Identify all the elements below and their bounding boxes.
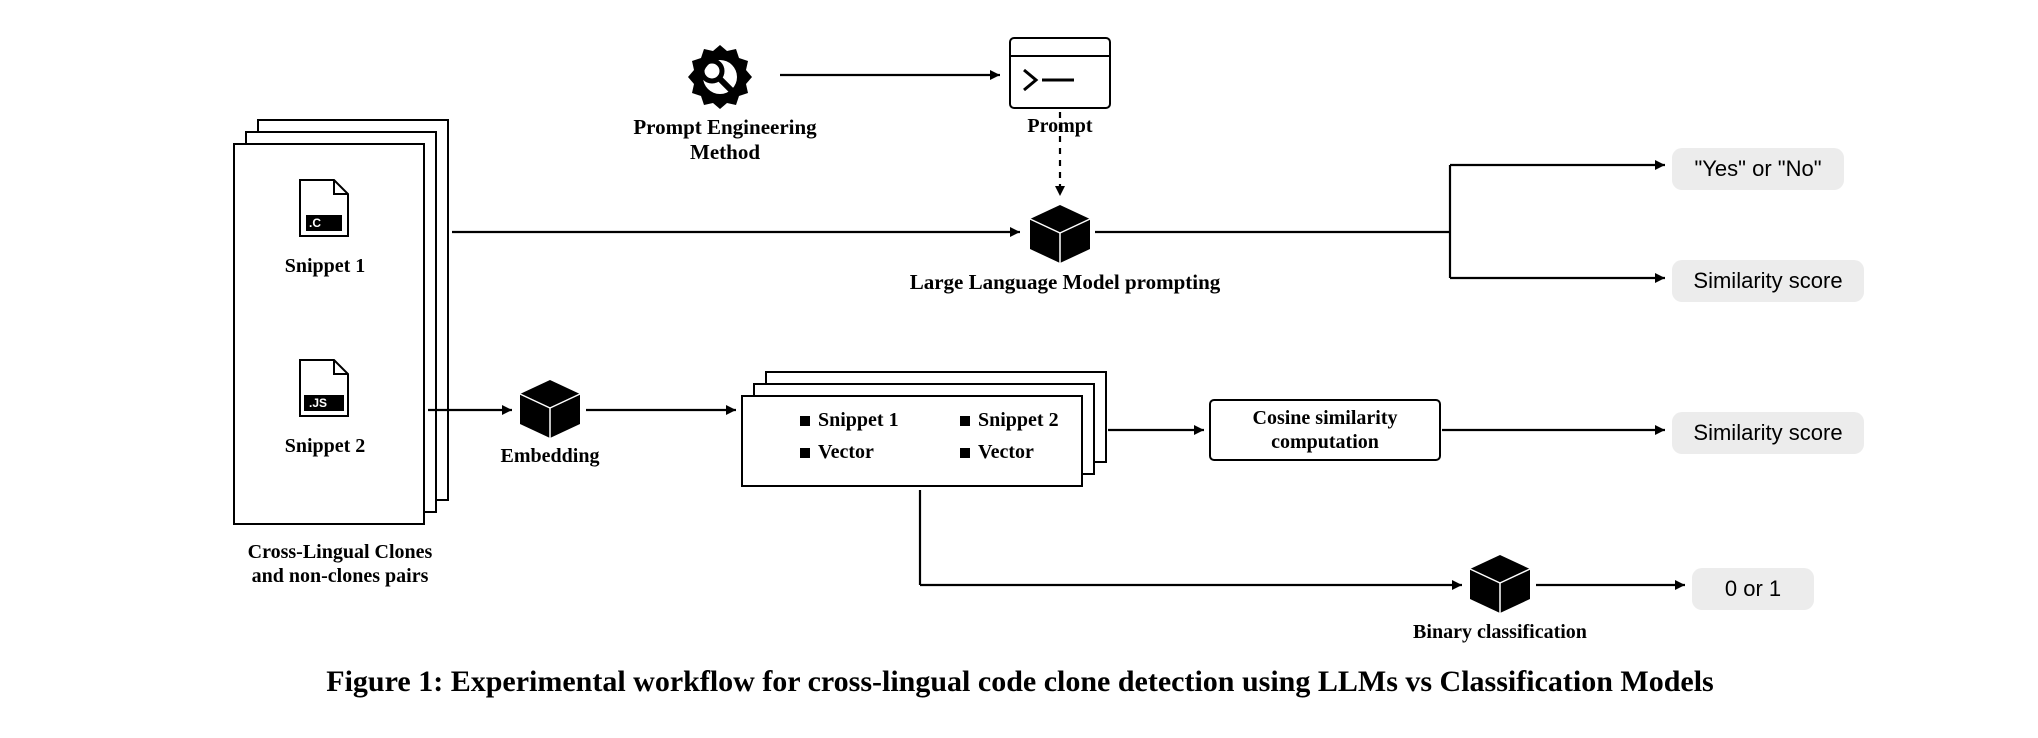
cosine-label: Cosine similarity computation <box>1210 406 1440 454</box>
cube-icon-llm <box>1030 205 1090 263</box>
output-zero-one: 0 or 1 <box>1692 568 1814 610</box>
snippet2-label: Snippet 2 <box>270 435 380 458</box>
file-js-ext: .JS <box>309 396 327 410</box>
terminal-icon <box>1010 38 1110 108</box>
cube-icon-binary <box>1470 555 1530 613</box>
diagram-canvas: .C .JS Snippet 1 Snippet 2 Cross-Lingual… <box>0 0 2038 738</box>
magnifier-gear-icon <box>688 45 752 109</box>
output-sim-score-2: Similarity score <box>1672 412 1864 454</box>
binary-label: Binary classification <box>1390 620 1610 644</box>
output-yes-no: "Yes" or "No" <box>1672 148 1844 190</box>
vector-col2-bot: Vector <box>978 440 1034 464</box>
snippet1-label: Snippet 1 <box>270 255 380 278</box>
vector-col2-top: Snippet 2 <box>978 408 1059 432</box>
input-pairs-label: Cross-Lingual Clones and non-clones pair… <box>225 540 455 588</box>
embedding-label: Embedding <box>495 444 605 468</box>
output-sim-score-1: Similarity score <box>1672 260 1864 302</box>
llm-label: Large Language Model prompting <box>880 270 1250 295</box>
prompt-engineering-label: Prompt Engineering Method <box>615 115 835 165</box>
input-docs-stack <box>234 120 448 524</box>
cube-icon-embedding <box>520 380 580 438</box>
arrows-svg <box>0 0 2038 738</box>
vector-col1-bot: Vector <box>818 440 874 464</box>
file-c-ext: .C <box>309 216 321 230</box>
prompt-label: Prompt <box>1010 114 1110 138</box>
file-c-icon <box>300 180 348 236</box>
figure-caption: Figure 1: Experimental workflow for cros… <box>210 665 1830 699</box>
vector-col1-top: Snippet 1 <box>818 408 899 432</box>
